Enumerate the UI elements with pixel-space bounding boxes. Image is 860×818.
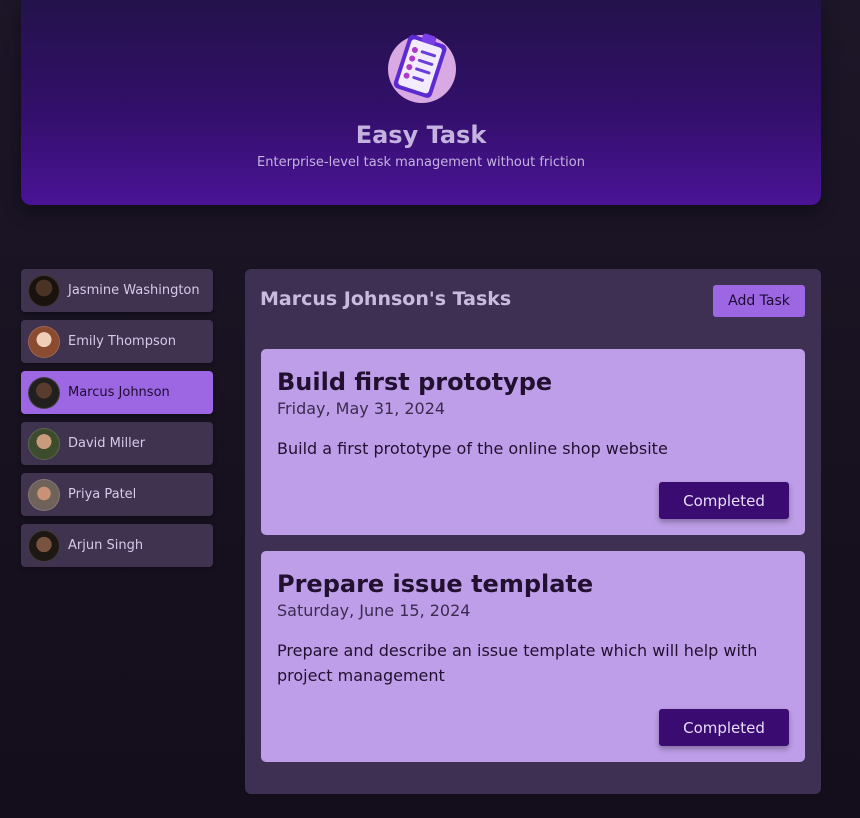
user-name: David Miller (68, 436, 146, 451)
user-name: Priya Patel (68, 487, 137, 502)
user-name: Marcus Johnson (68, 385, 170, 400)
app-header: Easy Task Enterprise-level task manageme… (21, 0, 821, 205)
avatar (28, 427, 60, 460)
user-item-marcus-johnson[interactable]: Marcus Johnson (21, 371, 213, 414)
user-name: Emily Thompson (68, 334, 176, 349)
tasks-panel: Marcus Johnson's Tasks Add Task Build fi… (245, 269, 821, 794)
task-card: Prepare issue template Saturday, June 15… (261, 551, 805, 762)
app-subtitle: Enterprise-level task management without… (257, 155, 585, 170)
complete-task-button[interactable]: Completed (659, 709, 789, 746)
tasks-title: Marcus Johnson's Tasks (260, 288, 512, 310)
avatar (28, 376, 60, 409)
complete-task-button[interactable]: Completed (659, 482, 789, 519)
user-list: Jasmine Washington Emily Thompson Marcus… (21, 269, 213, 575)
user-item-arjun-singh[interactable]: Arjun Singh (21, 524, 213, 567)
task-description: Build a first prototype of the online sh… (277, 439, 668, 458)
app-title: Easy Task (355, 121, 487, 149)
avatar (28, 325, 60, 358)
avatar (28, 478, 60, 511)
task-date: Saturday, June 15, 2024 (277, 601, 471, 620)
user-item-priya-patel[interactable]: Priya Patel (21, 473, 213, 516)
user-item-david-miller[interactable]: David Miller (21, 422, 213, 465)
task-description: Prepare and describe an issue template w… (277, 641, 758, 685)
avatar (28, 529, 60, 562)
task-card: Build first prototype Friday, May 31, 20… (261, 349, 805, 535)
task-date: Friday, May 31, 2024 (277, 399, 446, 418)
user-name: Arjun Singh (68, 538, 144, 553)
user-item-jasmine-washington[interactable]: Jasmine Washington (21, 269, 213, 312)
avatar (28, 274, 60, 307)
user-name: Jasmine Washington (68, 283, 200, 298)
clipboard-checklist-icon (388, 33, 456, 103)
task-title: Prepare issue template (277, 570, 594, 598)
add-task-button[interactable]: Add Task (713, 285, 805, 317)
task-title: Build first prototype (277, 368, 553, 396)
user-item-emily-thompson[interactable]: Emily Thompson (21, 320, 213, 363)
